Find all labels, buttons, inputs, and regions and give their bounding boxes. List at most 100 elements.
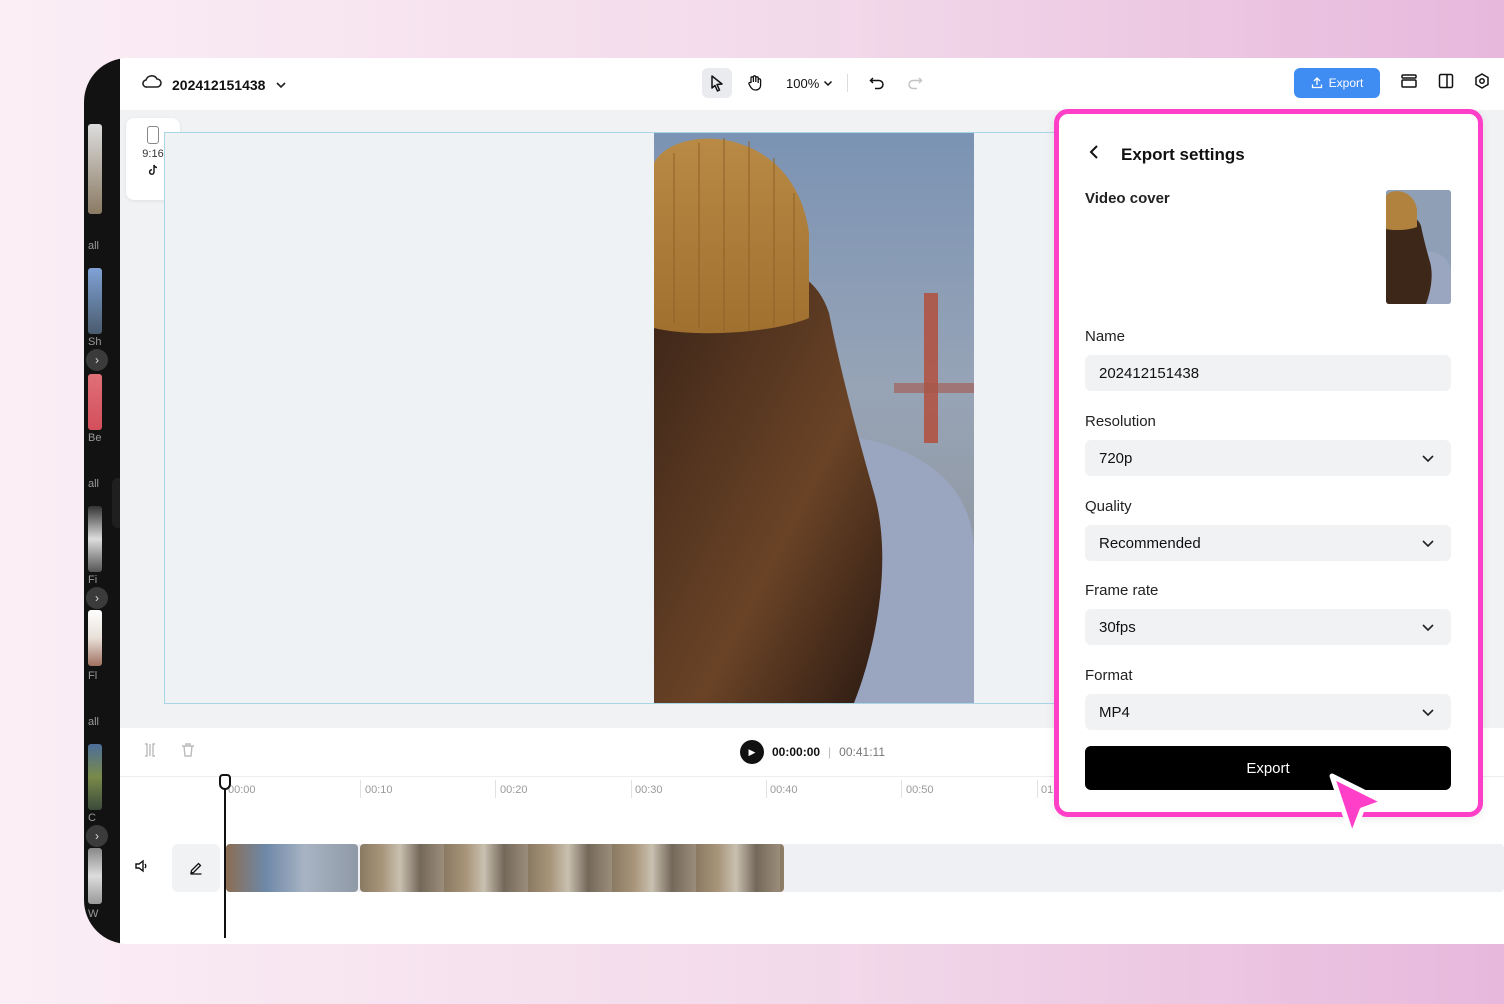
- redo-icon: [908, 77, 923, 90]
- current-time: 00:00:00: [772, 745, 821, 759]
- asset-thumbnail[interactable]: [88, 268, 102, 334]
- asset-thumbnail[interactable]: [88, 124, 102, 214]
- export-settings-panel: Export settings Video cover Name 2024121…: [1054, 109, 1483, 817]
- video-clip[interactable]: [226, 844, 358, 892]
- quality-select[interactable]: Recommended: [1085, 525, 1451, 561]
- format-value: MP4: [1099, 703, 1130, 721]
- video-frame-image: [654, 133, 974, 703]
- cover-image: [1386, 190, 1451, 304]
- video-clip[interactable]: [360, 844, 784, 892]
- upload-icon: [1311, 77, 1322, 89]
- name-input[interactable]: 202412151438: [1085, 355, 1451, 391]
- cloud-icon[interactable]: [142, 74, 162, 95]
- total-time: 00:41:11: [839, 745, 885, 759]
- settings-icon[interactable]: [1474, 72, 1490, 94]
- asset-thumbnail[interactable]: [88, 506, 102, 572]
- asset-thumbnail[interactable]: [88, 610, 102, 666]
- play-button[interactable]: ▶: [740, 740, 764, 764]
- hand-tool-button[interactable]: [740, 68, 770, 98]
- split-panel-icon[interactable]: [1438, 73, 1454, 94]
- asset-label: all: [88, 716, 100, 728]
- frame-rate-label: Frame rate: [1085, 582, 1159, 599]
- export-top-label: Export: [1328, 76, 1364, 90]
- ruler-tick: [1037, 780, 1038, 798]
- asset-label: W: [88, 908, 99, 920]
- ruler-tick: [360, 780, 361, 798]
- quality-label: Quality: [1085, 498, 1132, 515]
- asset-label: Fi: [88, 574, 98, 586]
- ruler-tick-label: 00:40: [770, 784, 798, 796]
- ruler-tick-label: 01: [1041, 784, 1054, 796]
- chevron-right-icon[interactable]: ›: [86, 349, 108, 371]
- project-name[interactable]: 202412151438: [172, 77, 265, 93]
- ruler-tick-label: 00:20: [500, 784, 528, 796]
- ruler-tick: [631, 780, 632, 798]
- format-label: Format: [1085, 667, 1133, 684]
- chevron-down-icon: [1422, 708, 1434, 716]
- edit-track-button[interactable]: [172, 844, 220, 892]
- undo-button[interactable]: [862, 68, 892, 98]
- asset-label: all: [88, 240, 100, 252]
- ruler-tick: [901, 780, 902, 798]
- redo-button[interactable]: [900, 68, 930, 98]
- asset-label: Sh: [88, 336, 102, 348]
- video-cover-label: Video cover: [1085, 190, 1170, 207]
- video-preview[interactable]: [654, 133, 974, 703]
- delete-icon[interactable]: [180, 742, 196, 763]
- layers-icon[interactable]: [1400, 73, 1418, 94]
- chevron-right-icon[interactable]: ›: [86, 825, 108, 847]
- asset-label: C: [88, 812, 96, 824]
- hand-icon: [748, 75, 762, 91]
- ruler-tick: [495, 780, 496, 798]
- pointer-icon: [711, 75, 723, 92]
- back-arrow-icon[interactable]: [1089, 144, 1099, 165]
- asset-thumbnail[interactable]: [88, 744, 102, 810]
- ruler-tick: [766, 780, 767, 798]
- select-tool-button[interactable]: [702, 68, 732, 98]
- video-stage[interactable]: [164, 132, 1064, 704]
- resolution-label: Resolution: [1085, 413, 1156, 430]
- zoom-level: 100%: [786, 75, 820, 91]
- split-icon[interactable]: [142, 742, 158, 763]
- format-select[interactable]: MP4: [1085, 694, 1451, 730]
- quality-value: Recommended: [1099, 534, 1201, 552]
- chevron-right-icon[interactable]: ›: [86, 587, 108, 609]
- top-toolbar: 202412151438 100% Export: [120, 58, 1504, 110]
- video-cover-thumbnail[interactable]: [1386, 190, 1451, 304]
- name-label: Name: [1085, 328, 1126, 345]
- ruler-tick-label: 00:50: [906, 784, 934, 796]
- chevron-down-icon: [824, 80, 833, 86]
- frame-rate-value: 30fps: [1099, 618, 1136, 636]
- tiktok-icon: [148, 164, 158, 175]
- resolution-value: 720p: [1099, 449, 1133, 467]
- asset-label: Be: [88, 432, 102, 444]
- ruler-tick-label: 00:30: [635, 784, 663, 796]
- cursor-pointer-icon: [1328, 772, 1390, 849]
- chevron-down-icon: [1422, 623, 1434, 631]
- asset-thumbnail[interactable]: [88, 374, 102, 430]
- chevron-down-icon: [1422, 539, 1434, 547]
- divider: [847, 74, 849, 92]
- playhead-handle[interactable]: [219, 774, 231, 790]
- name-value: 202412151438: [1099, 364, 1200, 382]
- frame-rate-select[interactable]: 30fps: [1085, 609, 1451, 645]
- asset-thumbnail[interactable]: [88, 848, 102, 904]
- time-separator: |: [828, 745, 832, 759]
- resolution-select[interactable]: 720p: [1085, 440, 1451, 476]
- volume-icon[interactable]: [134, 858, 150, 879]
- zoom-dropdown[interactable]: 100%: [786, 76, 833, 91]
- asset-label: Fl: [88, 670, 98, 682]
- phone-icon: [147, 126, 159, 144]
- panel-title: Export settings: [1121, 144, 1245, 164]
- chevron-down-icon[interactable]: [275, 76, 287, 94]
- export-button[interactable]: Export: [1085, 746, 1451, 790]
- ruler-tick-label: 00:10: [365, 784, 393, 796]
- pencil-icon: [190, 862, 202, 875]
- ruler-tick-label: 00:00: [228, 784, 256, 796]
- aspect-ratio-label: 9:16: [142, 148, 164, 160]
- undo-icon: [869, 77, 884, 90]
- playhead[interactable]: [224, 776, 226, 938]
- asset-label: all: [88, 478, 100, 490]
- chevron-down-icon: [1422, 454, 1434, 462]
- export-top-button[interactable]: Export: [1294, 68, 1380, 98]
